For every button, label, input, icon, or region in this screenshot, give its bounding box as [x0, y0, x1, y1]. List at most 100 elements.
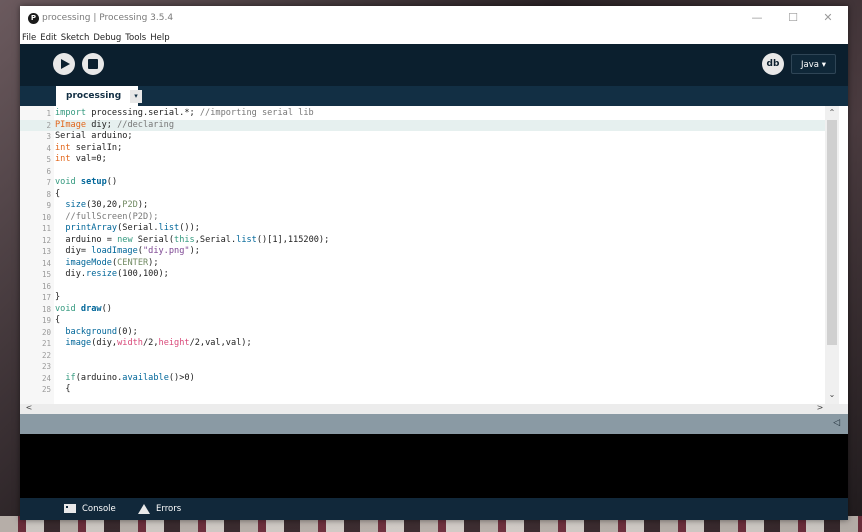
- status-bar: ◁: [20, 414, 848, 434]
- maximize-button[interactable]: ☐: [778, 11, 808, 24]
- errors-tab[interactable]: Errors: [138, 498, 181, 520]
- code-line[interactable]: 23: [20, 361, 825, 372]
- code-line[interactable]: 9 size(30,20,P2D);: [20, 200, 825, 211]
- code-token: import: [55, 108, 87, 118]
- menu-help[interactable]: Help: [150, 32, 169, 44]
- code-line[interactable]: 25 {: [20, 384, 825, 395]
- code-line[interactable]: 1 import processing.serial.*; //importing…: [20, 108, 825, 119]
- console-output[interactable]: [20, 434, 848, 498]
- code-token: ()>0): [168, 372, 195, 383]
- scroll-up-icon[interactable]: ⌃: [825, 108, 839, 117]
- code-line[interactable]: 13 diy= loadImage("diy.png");: [20, 246, 825, 257]
- code-token: PImage: [55, 119, 87, 130]
- code-line[interactable]: 21 image(diy,width/2,height/2,val,val);: [20, 338, 825, 349]
- menu-debug[interactable]: Debug: [93, 32, 121, 44]
- code-line[interactable]: 22: [20, 350, 825, 361]
- line-number: 3: [46, 132, 51, 141]
- mode-selector[interactable]: Java ▾: [791, 54, 836, 74]
- stop-icon: [88, 59, 98, 69]
- vertical-scroll-thumb[interactable]: [827, 120, 837, 345]
- debug-button[interactable]: db: [762, 53, 784, 75]
- line-number: 17: [41, 293, 51, 302]
- code-line[interactable]: 3 Serial arduino;: [20, 131, 825, 142]
- code-token: int: [55, 154, 71, 164]
- code-line[interactable]: 5 int val=0;: [20, 154, 825, 165]
- code-token: available: [122, 372, 169, 383]
- minimize-button[interactable]: —: [742, 11, 772, 24]
- code-token: (30,20,: [86, 200, 123, 210]
- code-line[interactable]: 10 //fullScreen(P2D);: [20, 212, 825, 223]
- horizontal-scrollbar[interactable]: < >: [20, 403, 848, 414]
- menu-sketch[interactable]: Sketch: [61, 32, 90, 44]
- menu-tools[interactable]: Tools: [125, 32, 146, 44]
- line-number: 9: [46, 201, 51, 210]
- line-number: 2: [46, 120, 51, 130]
- title-bar[interactable]: P processing | Processing 3.5.4 — ☐ ✕: [20, 6, 848, 32]
- menu-file[interactable]: File: [22, 32, 36, 44]
- code-line[interactable]: 16: [20, 281, 825, 292]
- code-line[interactable]: 12 arduino = new Serial(this,Serial.list…: [20, 235, 825, 246]
- code-token: /2,: [142, 338, 159, 348]
- line-number: 8: [46, 189, 51, 199]
- processing-logo-icon: P: [28, 13, 39, 24]
- code-text: {: [55, 384, 70, 395]
- code-line[interactable]: 4 int serialIn;: [20, 143, 825, 154]
- scroll-down-icon[interactable]: ⌄: [825, 390, 839, 399]
- line-number: 1: [46, 109, 51, 118]
- scroll-right-icon[interactable]: >: [813, 403, 827, 412]
- tab-processing[interactable]: processing: [56, 86, 138, 106]
- stop-button[interactable]: [82, 53, 104, 75]
- code-line[interactable]: 24 if(arduino.available()>0): [20, 373, 825, 384]
- code-token: {: [55, 188, 61, 199]
- code-line[interactable]: 20 background(0);: [20, 327, 825, 338]
- code-text: int val=0;: [55, 154, 107, 165]
- code-line[interactable]: 6: [20, 166, 825, 177]
- code-text: import processing.serial.*; //importing …: [55, 108, 314, 119]
- code-line[interactable]: 8{: [20, 189, 825, 200]
- code-token: //importing serial lib: [199, 108, 314, 118]
- code-token: int: [55, 142, 71, 153]
- code-token: width: [117, 338, 143, 348]
- code-line[interactable]: 18 void draw(): [20, 304, 825, 315]
- console-tab[interactable]: Console: [64, 498, 116, 520]
- line-number: 23: [41, 362, 51, 371]
- code-text: Serial arduino;: [55, 131, 133, 142]
- scroll-left-icon[interactable]: <: [22, 403, 36, 412]
- code-line[interactable]: 11 printArray(Serial.list());: [20, 223, 825, 234]
- code-editor[interactable]: 1 import processing.serial.*; //importing…: [20, 106, 848, 404]
- code-text: //fullScreen(P2D);: [55, 212, 158, 223]
- code-line[interactable]: 2 PImage diy; //declaring: [20, 119, 825, 131]
- line-number: 7: [46, 178, 51, 187]
- code-line[interactable]: 19 {: [20, 315, 825, 326]
- code-token: val=0;: [70, 154, 107, 164]
- code-line[interactable]: 15 diy.resize(100,100);: [20, 269, 825, 280]
- menu-edit[interactable]: Edit: [40, 32, 56, 44]
- console-toggle-icon[interactable]: ◁: [833, 418, 840, 428]
- code-token: arduino =: [55, 234, 118, 245]
- run-button[interactable]: [53, 53, 75, 75]
- line-number: 11: [41, 224, 51, 233]
- code-line[interactable]: 17}: [20, 292, 825, 303]
- tab-menu-button[interactable]: ▾: [130, 90, 142, 103]
- code-token: void: [55, 177, 76, 187]
- code-token: height: [158, 338, 190, 348]
- code-token: (Serial.: [117, 223, 159, 233]
- processing-window: P processing | Processing 3.5.4 — ☐ ✕ Fi…: [20, 6, 848, 520]
- line-number: 25: [41, 385, 51, 394]
- code-token: diy.: [55, 269, 87, 279]
- code-line[interactable]: 7 void setup(): [20, 177, 825, 188]
- code-text: size(30,20,P2D);: [55, 200, 148, 211]
- vertical-scrollbar[interactable]: ⌃ ⌄: [825, 106, 839, 404]
- line-number: 15: [41, 270, 51, 279]
- line-number: 4: [46, 143, 51, 153]
- code-text: void draw(): [55, 304, 112, 315]
- console-icon: [64, 504, 76, 513]
- code-line[interactable]: 14 imageMode(CENTER);: [20, 258, 825, 269]
- code-token: }: [55, 292, 61, 302]
- close-button[interactable]: ✕: [813, 11, 843, 24]
- code-text: void setup(): [55, 177, 117, 188]
- code-text: arduino = new Serial(this,Serial.list()[…: [55, 235, 329, 246]
- line-number: 13: [41, 247, 51, 256]
